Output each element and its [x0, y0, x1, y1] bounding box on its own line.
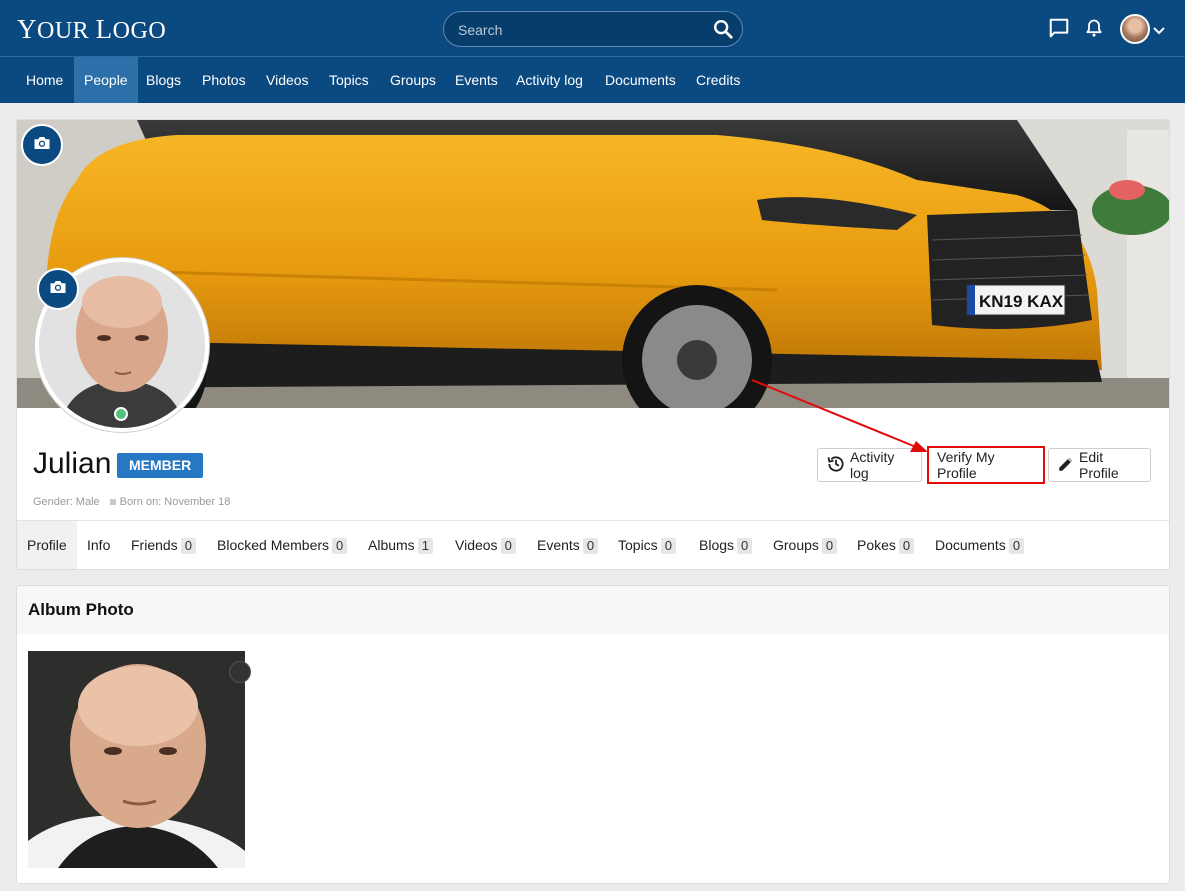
tab-info[interactable]: Info — [77, 521, 120, 569]
tab-count: 1 — [417, 538, 433, 554]
tab-profile[interactable]: Profile — [17, 521, 77, 569]
meta-separator — [109, 498, 116, 505]
tab-label: Topics — [618, 537, 658, 553]
tab-friends[interactable]: Friends 0 — [121, 521, 206, 569]
logo-letter-2: L — [95, 14, 113, 44]
search-icon[interactable] — [712, 18, 734, 45]
album-card: Album Photo — [16, 585, 1170, 884]
activity-log-button[interactable]: Activity log — [817, 448, 922, 482]
tab-label: Videos — [455, 537, 498, 553]
tab-label: Albums — [368, 537, 415, 553]
profile-name: Julian — [33, 447, 112, 480]
album-title: Album Photo — [28, 600, 134, 619]
profile-card: KN19 KAX Julian MEMBER Gender: Male Born… — [16, 119, 1170, 570]
tab-label: Documents — [935, 537, 1006, 553]
album-header: Album Photo — [17, 586, 1169, 634]
user-avatar[interactable] — [1120, 14, 1150, 44]
nav-videos[interactable]: Videos — [256, 57, 319, 103]
birthday-text: Born on: November 18 — [119, 496, 231, 508]
photo-options-button[interactable] — [229, 661, 251, 683]
verify-profile-label: Verify My Profile — [937, 449, 995, 481]
tab-count: 0 — [737, 538, 753, 554]
tab-blogs[interactable]: Blogs 0 — [689, 521, 762, 569]
tab-blocked-members[interactable]: Blocked Members 0 — [207, 521, 357, 569]
search-box — [443, 11, 743, 47]
logo-text: OUR — [37, 18, 96, 44]
nav-topics[interactable]: Topics — [319, 57, 379, 103]
camera-icon — [33, 135, 51, 156]
tab-label: Profile — [27, 537, 67, 553]
edit-profile-button[interactable]: Edit Profile — [1048, 448, 1151, 482]
tab-count: 0 — [660, 538, 676, 554]
nav-events[interactable]: Events — [445, 57, 508, 103]
tab-label: Events — [537, 537, 580, 553]
logo-letter: Y — [17, 14, 37, 44]
tab-count: 0 — [332, 538, 348, 554]
nav-blogs[interactable]: Blogs — [136, 57, 191, 103]
profile-meta: Gender: Male Born on: November 18 — [33, 496, 230, 508]
pencil-icon — [1057, 455, 1079, 476]
tab-groups[interactable]: Groups 0 — [763, 521, 847, 569]
nav-photos[interactable]: Photos — [192, 57, 256, 103]
change-avatar-button[interactable] — [37, 268, 79, 310]
tab-documents[interactable]: Documents 0 — [925, 521, 1034, 569]
activity-log-label: Activity log — [850, 449, 895, 481]
main-nav: Home People Blogs Photos Videos Topics G… — [0, 57, 1185, 103]
history-icon — [826, 454, 850, 477]
online-status-dot — [114, 407, 128, 421]
license-plate-text: KN19 KAX — [979, 292, 1064, 311]
nav-documents[interactable]: Documents — [595, 57, 686, 103]
tab-label: Groups — [773, 537, 819, 553]
tab-count: 0 — [898, 538, 915, 554]
tab-label: Blocked Members — [217, 537, 330, 553]
tab-count: 0 — [500, 538, 516, 554]
tab-count: 0 — [582, 538, 599, 554]
gender-text: Gender: Male — [33, 496, 100, 508]
nav-people[interactable]: People — [74, 57, 138, 103]
bell-icon[interactable] — [1084, 17, 1104, 44]
nav-activity-log[interactable]: Activity log — [506, 57, 593, 103]
verify-profile-button[interactable]: Verify My Profile — [927, 446, 1045, 484]
tab-events[interactable]: Events 0 — [527, 521, 608, 569]
tab-count: 0 — [180, 538, 196, 554]
edit-profile-label: Edit Profile — [1079, 449, 1119, 481]
change-cover-button[interactable] — [21, 124, 63, 166]
tab-pokes[interactable]: Pokes 0 — [847, 521, 924, 569]
camera-icon — [49, 279, 67, 300]
album-photo-thumbnail[interactable] — [28, 651, 245, 868]
member-badge: MEMBER — [117, 453, 204, 478]
top-header: YOUR LOGO — [0, 0, 1185, 57]
nav-groups[interactable]: Groups — [380, 57, 446, 103]
chevron-down-icon[interactable] — [1153, 23, 1165, 41]
chat-icon[interactable] — [1048, 17, 1070, 44]
logo-text-2: OGO — [112, 18, 167, 44]
tab-count: 0 — [821, 538, 838, 554]
tab-label: Blogs — [699, 537, 735, 553]
tab-count: 0 — [1008, 538, 1025, 554]
tab-label: Friends — [131, 537, 178, 553]
search-input[interactable] — [458, 20, 698, 40]
site-logo[interactable]: YOUR LOGO — [17, 14, 166, 45]
nav-home[interactable]: Home — [16, 57, 73, 103]
tab-videos[interactable]: Videos 0 — [445, 521, 526, 569]
tab-label: Info — [87, 537, 111, 553]
tab-label: Pokes — [857, 537, 896, 553]
nav-credits[interactable]: Credits — [686, 57, 750, 103]
tab-albums[interactable]: Albums 1 — [358, 521, 443, 569]
tab-topics[interactable]: Topics 0 — [608, 521, 686, 569]
profile-tabs: Profile Info Friends 0 Blocked Members 0 A… — [17, 520, 1169, 569]
